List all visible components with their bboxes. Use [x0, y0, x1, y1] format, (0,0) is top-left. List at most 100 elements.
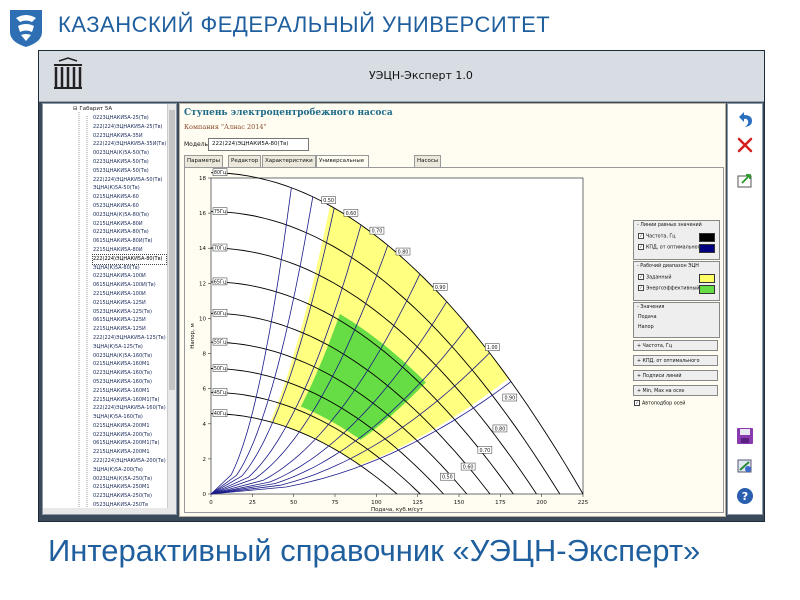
model-field[interactable]: 222(224)ЭЦНАКИ5А-80(Тв) [208, 138, 309, 151]
tree-item[interactable]: 222(224)ЭЦНАКИ5А-160(Тв) [93, 404, 166, 413]
tree-item[interactable]: 0223ЦНАКИ5А-250(Тв) [93, 492, 166, 501]
tree-item[interactable]: 222(224)ЭЦНАКИ5А-50(Тв) [93, 176, 166, 185]
energy-color-swatch[interactable] [699, 285, 715, 294]
tree-item[interactable]: 0215ЦНАКИ5А-60 [93, 193, 166, 202]
freq-label: 40Гц [214, 411, 227, 417]
tree-item[interactable]: 0215ЦНАКИ5А-125И [93, 299, 166, 308]
floppy-disk-icon[interactable] [736, 427, 754, 445]
tree-item[interactable]: 2215ЦНАКИ5А-200М1 [93, 448, 166, 457]
universal-characteristics-chart[interactable]: 0 25 50 75 100 125 150 175 200 225 0 2 4 6 8 10 12 14 16 18… [185, 168, 630, 512]
kpd-label: 0.50 [442, 475, 453, 481]
tree-item[interactable]: ЭЦНА(К)5А-160(Тв) [93, 413, 166, 422]
tree-item[interactable]: 0223ЦНАКИ5А-35И [93, 132, 166, 141]
x-tick-label: 200 [536, 500, 547, 506]
given-color-swatch[interactable] [699, 274, 715, 283]
slide-caption: Интерактивный справочник «УЭЦН-Эксперт» [48, 533, 701, 568]
tree-item[interactable]: 2215ЦНАКИ5А-160М1 [93, 387, 166, 396]
model-tree[interactable]: ⊟ Габарит 5А 0223ЦНАКИ5А-25(Тв) 222(224)Э… [42, 103, 177, 515]
tree-vertical-scrollbar[interactable] [167, 104, 176, 514]
tree-item[interactable]: 0023ЦНА(К)5А-160(Тв) [93, 352, 166, 361]
tree-item[interactable]: 0023ЦНА(К)5А-80(Тв) [93, 211, 166, 220]
freq-expand-button[interactable]: + Частота, Гц [633, 340, 718, 351]
autoselect-check-icon: ✓ [634, 400, 640, 406]
red-x-icon[interactable] [736, 136, 754, 154]
y-tick-label: 2 [203, 457, 207, 463]
tree-item[interactable]: 0223ЦНАКИ5А-80(Тв) [93, 228, 166, 237]
x-tick-label: 175 [495, 500, 506, 506]
tree-item[interactable]: 222(224)ЭЦНАКИ5А-200(Тв) [93, 457, 166, 466]
tree-item[interactable]: 0023ЦНА(К)5А-50(Тв) [93, 149, 166, 158]
tab-4[interactable]: Насосы [414, 155, 442, 167]
tree-item[interactable]: 0023ЦНА(К)5А-250(Тв) [93, 475, 166, 484]
tab-1[interactable]: Редактор [228, 155, 262, 167]
tree-item[interactable]: 222(224)ЭЦНАКИ5А-25(Тв) [93, 123, 166, 132]
tree-item[interactable]: 222(224)ЭЦНАКИ5А-35И(Тв) [93, 140, 166, 149]
kpd-label: 0.70 [372, 229, 383, 235]
tab-0[interactable]: Параметры [184, 155, 223, 167]
tree-item[interactable]: 222(224)ЭЦНАКИ5А-80(Тв) [91, 253, 168, 265]
freq-check-icon: ✓ [638, 233, 644, 239]
tree-item[interactable]: 0223ЦНАКИ5А-25(Тв) [93, 114, 166, 123]
autoselect-axes-checkbox[interactable]: ✓ Автоподбор осей [634, 400, 685, 407]
tree-item[interactable]: 0523ЦНАКИ5А-125(Тв) [93, 308, 166, 317]
undo-arrow-icon[interactable] [736, 110, 754, 128]
freq-lines-checkbox[interactable]: ✓ Частота, Гц [638, 233, 676, 240]
y-tick-label: 18 [199, 176, 206, 182]
tree-item[interactable]: 222(224)ЭЦНАКИ5А-125(Тв) [93, 334, 166, 343]
y-tick-label: 0 [203, 492, 207, 498]
x-axis-label: Подача, куб.м/сут [371, 507, 424, 512]
tree-item[interactable]: 0215ЦНАКИ5А-200М1 [93, 422, 166, 431]
x-tick-label: 50 [290, 500, 297, 506]
tree-item[interactable]: 2215ЦНАКИ5А-100И [93, 290, 166, 299]
given-range-checkbox[interactable]: ✓ Заданный [638, 274, 671, 281]
freq-label: 45Гц [214, 390, 227, 396]
tree-item[interactable]: 0615ЦНАКИ5А-100И(Тв) [93, 281, 166, 290]
tree-item[interactable]: 0223ЦНАКИ5А-100И [93, 272, 166, 281]
tree-item[interactable]: ЭЦНА(К)5А-50(Тв) [93, 184, 166, 193]
tree-item[interactable]: 0223ЦНАКИ5А-200(Тв) [93, 431, 166, 440]
company-label: Компания "Алнас 2014" [184, 123, 267, 131]
tree-item[interactable]: ЭЦНА(К)5А-80(Тв) [93, 264, 166, 273]
tree-item[interactable]: 0215ЦНАКИ5А-250М1 [93, 483, 166, 492]
tab-2[interactable]: Характеристики [262, 155, 316, 167]
kpd-label: 0.80 [398, 250, 409, 256]
tree-item[interactable]: 0215ЦНАКИ5А-160М1 [93, 360, 166, 369]
freq-label: 55Гц [214, 340, 227, 346]
kpd-label: 0.90 [504, 396, 515, 402]
tree-item[interactable]: 0215ЦНАКИ5А-80И [93, 220, 166, 229]
work-range-title: - Рабочий диапазон ЭЦН [637, 264, 699, 269]
y-tick-label: 6 [203, 387, 207, 393]
tree-item[interactable]: 2215ЦНАКИ5А-125И [93, 325, 166, 334]
tools-icon[interactable] [736, 457, 754, 475]
labels-expand-button[interactable]: + Подписи линий [633, 370, 718, 381]
kpd-color-swatch[interactable] [699, 244, 715, 253]
freq-label: 65Гц [214, 279, 227, 285]
kpd-expand-button[interactable]: + КПД, от оптимального [633, 355, 718, 366]
tree-item[interactable]: 0615ЦНАКИ5А-125И [93, 316, 166, 325]
freq-label: 75Гц [214, 209, 227, 215]
tree-item[interactable]: 0615ЦНАКИ5А-80И(Тв) [93, 237, 166, 246]
freq-label: 50Гц [214, 366, 227, 372]
tree-item[interactable]: 2215ЦНАКИ5А-160М1(Тв) [93, 396, 166, 405]
tree-item[interactable]: 0523ЦНАКИ5А-60 [93, 202, 166, 211]
tree-item[interactable]: ЭЦНА(К)5А-200(Тв) [93, 466, 166, 475]
tree-item[interactable]: 0615ЦНАКИ5А-200М1(Тв) [93, 439, 166, 448]
tree-horizontal-scrollbar[interactable] [43, 508, 168, 514]
tree-item[interactable]: 2215ЦНАКИ5А-80И [93, 246, 166, 255]
equal-lines-group: - Линии равных значений ✓ Частота, Гц ✓ КП… [633, 220, 720, 260]
tree-root-node[interactable]: ⊟ Габарит 5А [73, 106, 112, 112]
tree-scroll-thumb[interactable] [169, 110, 175, 390]
help-icon[interactable]: ? [736, 487, 754, 505]
tree-item[interactable]: 0223ЦНАКИ5А-50(Тв) [93, 158, 166, 167]
kpd-label: 0.60 [463, 465, 474, 471]
export-icon[interactable] [736, 172, 754, 190]
freq-color-swatch[interactable] [699, 233, 715, 242]
minmax-expand-button[interactable]: + Min, Max на осях [633, 385, 718, 396]
tree-item[interactable]: 0223ЦНАКИ5А-160(Тв) [93, 369, 166, 378]
tree-item[interactable]: ЭЦНА(К)5А-125(Тв) [93, 343, 166, 352]
kpd-lines-checkbox[interactable]: ✓ КПД, от оптимального [638, 244, 703, 251]
tab-content: 0 25 50 75 100 125 150 175 200 225 0 2 4 6 8 10 12 14 16 18… [184, 167, 724, 513]
tree-item[interactable]: 0523ЦНАКИ5А-160(Тв) [93, 378, 166, 387]
energy-range-checkbox[interactable]: ✓ Энергоэффективный [638, 285, 699, 292]
tree-item[interactable]: 0523ЦНАКИ5А-50(Тв) [93, 167, 166, 176]
